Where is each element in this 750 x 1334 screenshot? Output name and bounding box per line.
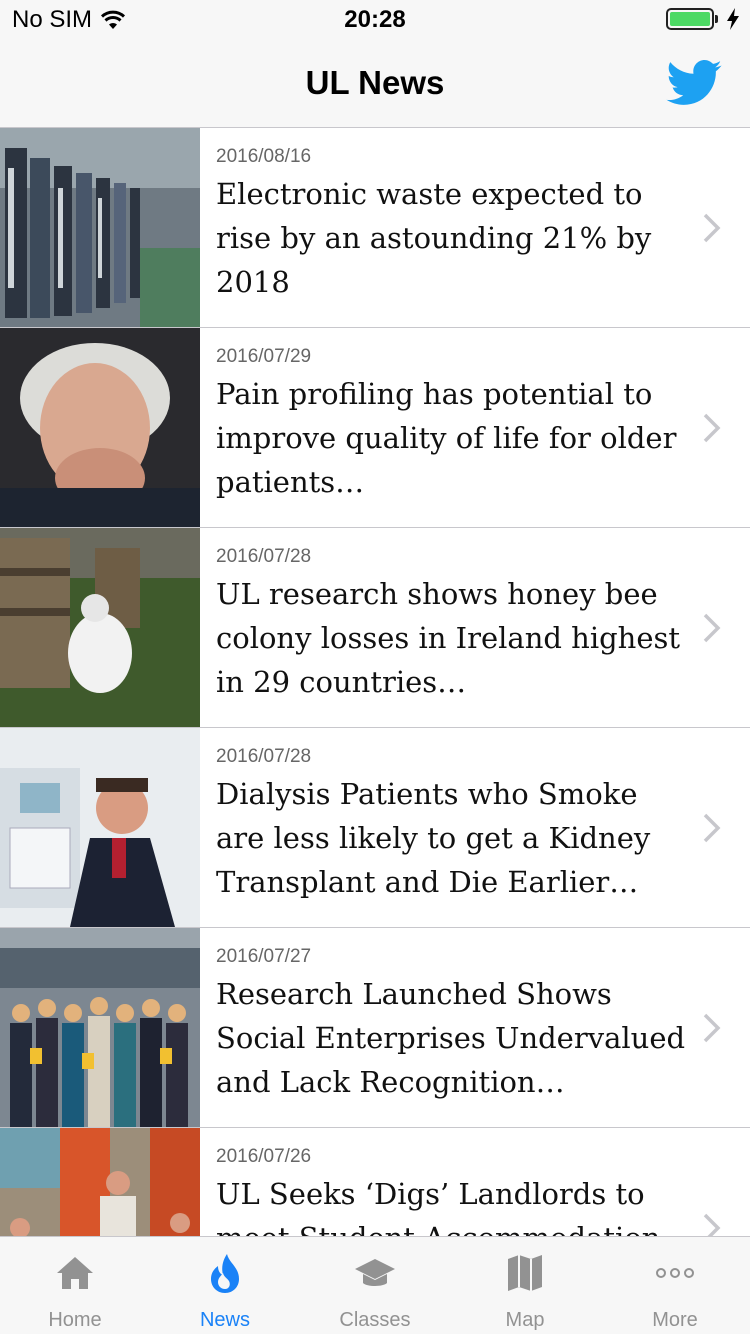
page-title: UL News bbox=[305, 64, 445, 101]
charging-bolt-icon bbox=[727, 8, 739, 30]
tab-map[interactable]: Map bbox=[450, 1237, 600, 1334]
tab-label: News bbox=[199, 1309, 250, 1331]
news-title: UL research shows honey bee colony losse… bbox=[216, 577, 681, 699]
flame-icon bbox=[211, 1254, 239, 1293]
news-date: 2016/07/28 bbox=[216, 546, 312, 567]
news-date: 2016/08/16 bbox=[216, 146, 312, 167]
status-bar: No SIM 20:28 bbox=[0, 0, 750, 40]
tab-bar: Home News Classes Map More bbox=[0, 1236, 750, 1334]
news-thumbnail-beekeeper bbox=[0, 528, 200, 727]
chevron-right-icon bbox=[703, 1213, 721, 1236]
news-row[interactable]: 2016/07/28 Dialysis Patients who Smoke a… bbox=[0, 728, 750, 928]
news-row[interactable]: 2016/08/16 Electronic waste expected to … bbox=[0, 128, 750, 328]
news-thumbnail-dialysis bbox=[0, 728, 200, 927]
tab-more[interactable]: More bbox=[600, 1237, 750, 1334]
news-text: 2016/07/26 UL Seeks ‘Digs’ Landlords to … bbox=[216, 1146, 686, 1236]
news-row[interactable]: 2016/07/29 Pain profiling has potential … bbox=[0, 328, 750, 528]
tab-label: Home bbox=[48, 1309, 102, 1331]
tab-label: Classes bbox=[339, 1309, 411, 1331]
news-title: UL Seeks ‘Digs’ Landlords to meet Studen… bbox=[216, 1177, 660, 1236]
status-right bbox=[666, 8, 740, 30]
news-date: 2016/07/29 bbox=[216, 346, 312, 367]
tab-home[interactable]: Home bbox=[0, 1237, 150, 1334]
news-list: 2016/08/16 Electronic waste expected to … bbox=[0, 128, 750, 1236]
news-title: Electronic waste expected to rise by an … bbox=[216, 177, 652, 299]
home-icon bbox=[57, 1257, 93, 1289]
tab-news[interactable]: News bbox=[150, 1237, 300, 1334]
news-row[interactable]: 2016/07/28 UL research shows honey bee c… bbox=[0, 528, 750, 728]
chevron-right-icon bbox=[703, 813, 721, 843]
news-text: 2016/07/28 UL research shows honey bee c… bbox=[216, 546, 686, 704]
chevron-right-icon bbox=[703, 1013, 721, 1043]
news-title: Research Launched Shows Social Enterpris… bbox=[216, 977, 686, 1099]
graduation-cap-icon bbox=[355, 1259, 395, 1286]
twitter-icon bbox=[666, 60, 722, 105]
news-date: 2016/07/27 bbox=[216, 946, 312, 967]
news-thumbnail-group-photo bbox=[0, 928, 200, 1127]
map-icon bbox=[508, 1255, 542, 1291]
news-thumbnail-electronics bbox=[0, 128, 200, 327]
news-thumbnail-students bbox=[0, 1128, 200, 1236]
news-title: Dialysis Patients who Smoke are less lik… bbox=[216, 777, 651, 899]
news-text: 2016/07/28 Dialysis Patients who Smoke a… bbox=[216, 746, 686, 904]
news-row[interactable]: 2016/07/26 UL Seeks ‘Digs’ Landlords to … bbox=[0, 1128, 750, 1236]
news-row[interactable]: 2016/07/27 Research Launched Shows Socia… bbox=[0, 928, 750, 1128]
news-text: 2016/07/27 Research Launched Shows Socia… bbox=[216, 946, 686, 1104]
battery-fill bbox=[670, 12, 710, 26]
twitter-button[interactable] bbox=[666, 60, 722, 106]
tab-label: Map bbox=[505, 1309, 545, 1331]
navigation-bar: UL News bbox=[0, 40, 750, 128]
chevron-right-icon bbox=[703, 413, 721, 443]
news-text: 2016/07/29 Pain profiling has potential … bbox=[216, 346, 686, 504]
more-dots-icon bbox=[656, 1268, 694, 1278]
news-date: 2016/07/28 bbox=[216, 746, 312, 767]
battery-icon bbox=[666, 8, 718, 30]
news-date: 2016/07/26 bbox=[216, 1146, 312, 1167]
news-title: Pain profiling has potential to improve … bbox=[216, 377, 677, 499]
tab-label: More bbox=[652, 1309, 698, 1331]
news-thumbnail-elderly-woman bbox=[0, 328, 200, 527]
tab-classes[interactable]: Classes bbox=[300, 1237, 450, 1334]
status-time: 20:28 bbox=[344, 6, 406, 33]
chevron-right-icon bbox=[703, 213, 721, 243]
chevron-right-icon bbox=[703, 613, 721, 643]
news-text: 2016/08/16 Electronic waste expected to … bbox=[216, 146, 686, 304]
